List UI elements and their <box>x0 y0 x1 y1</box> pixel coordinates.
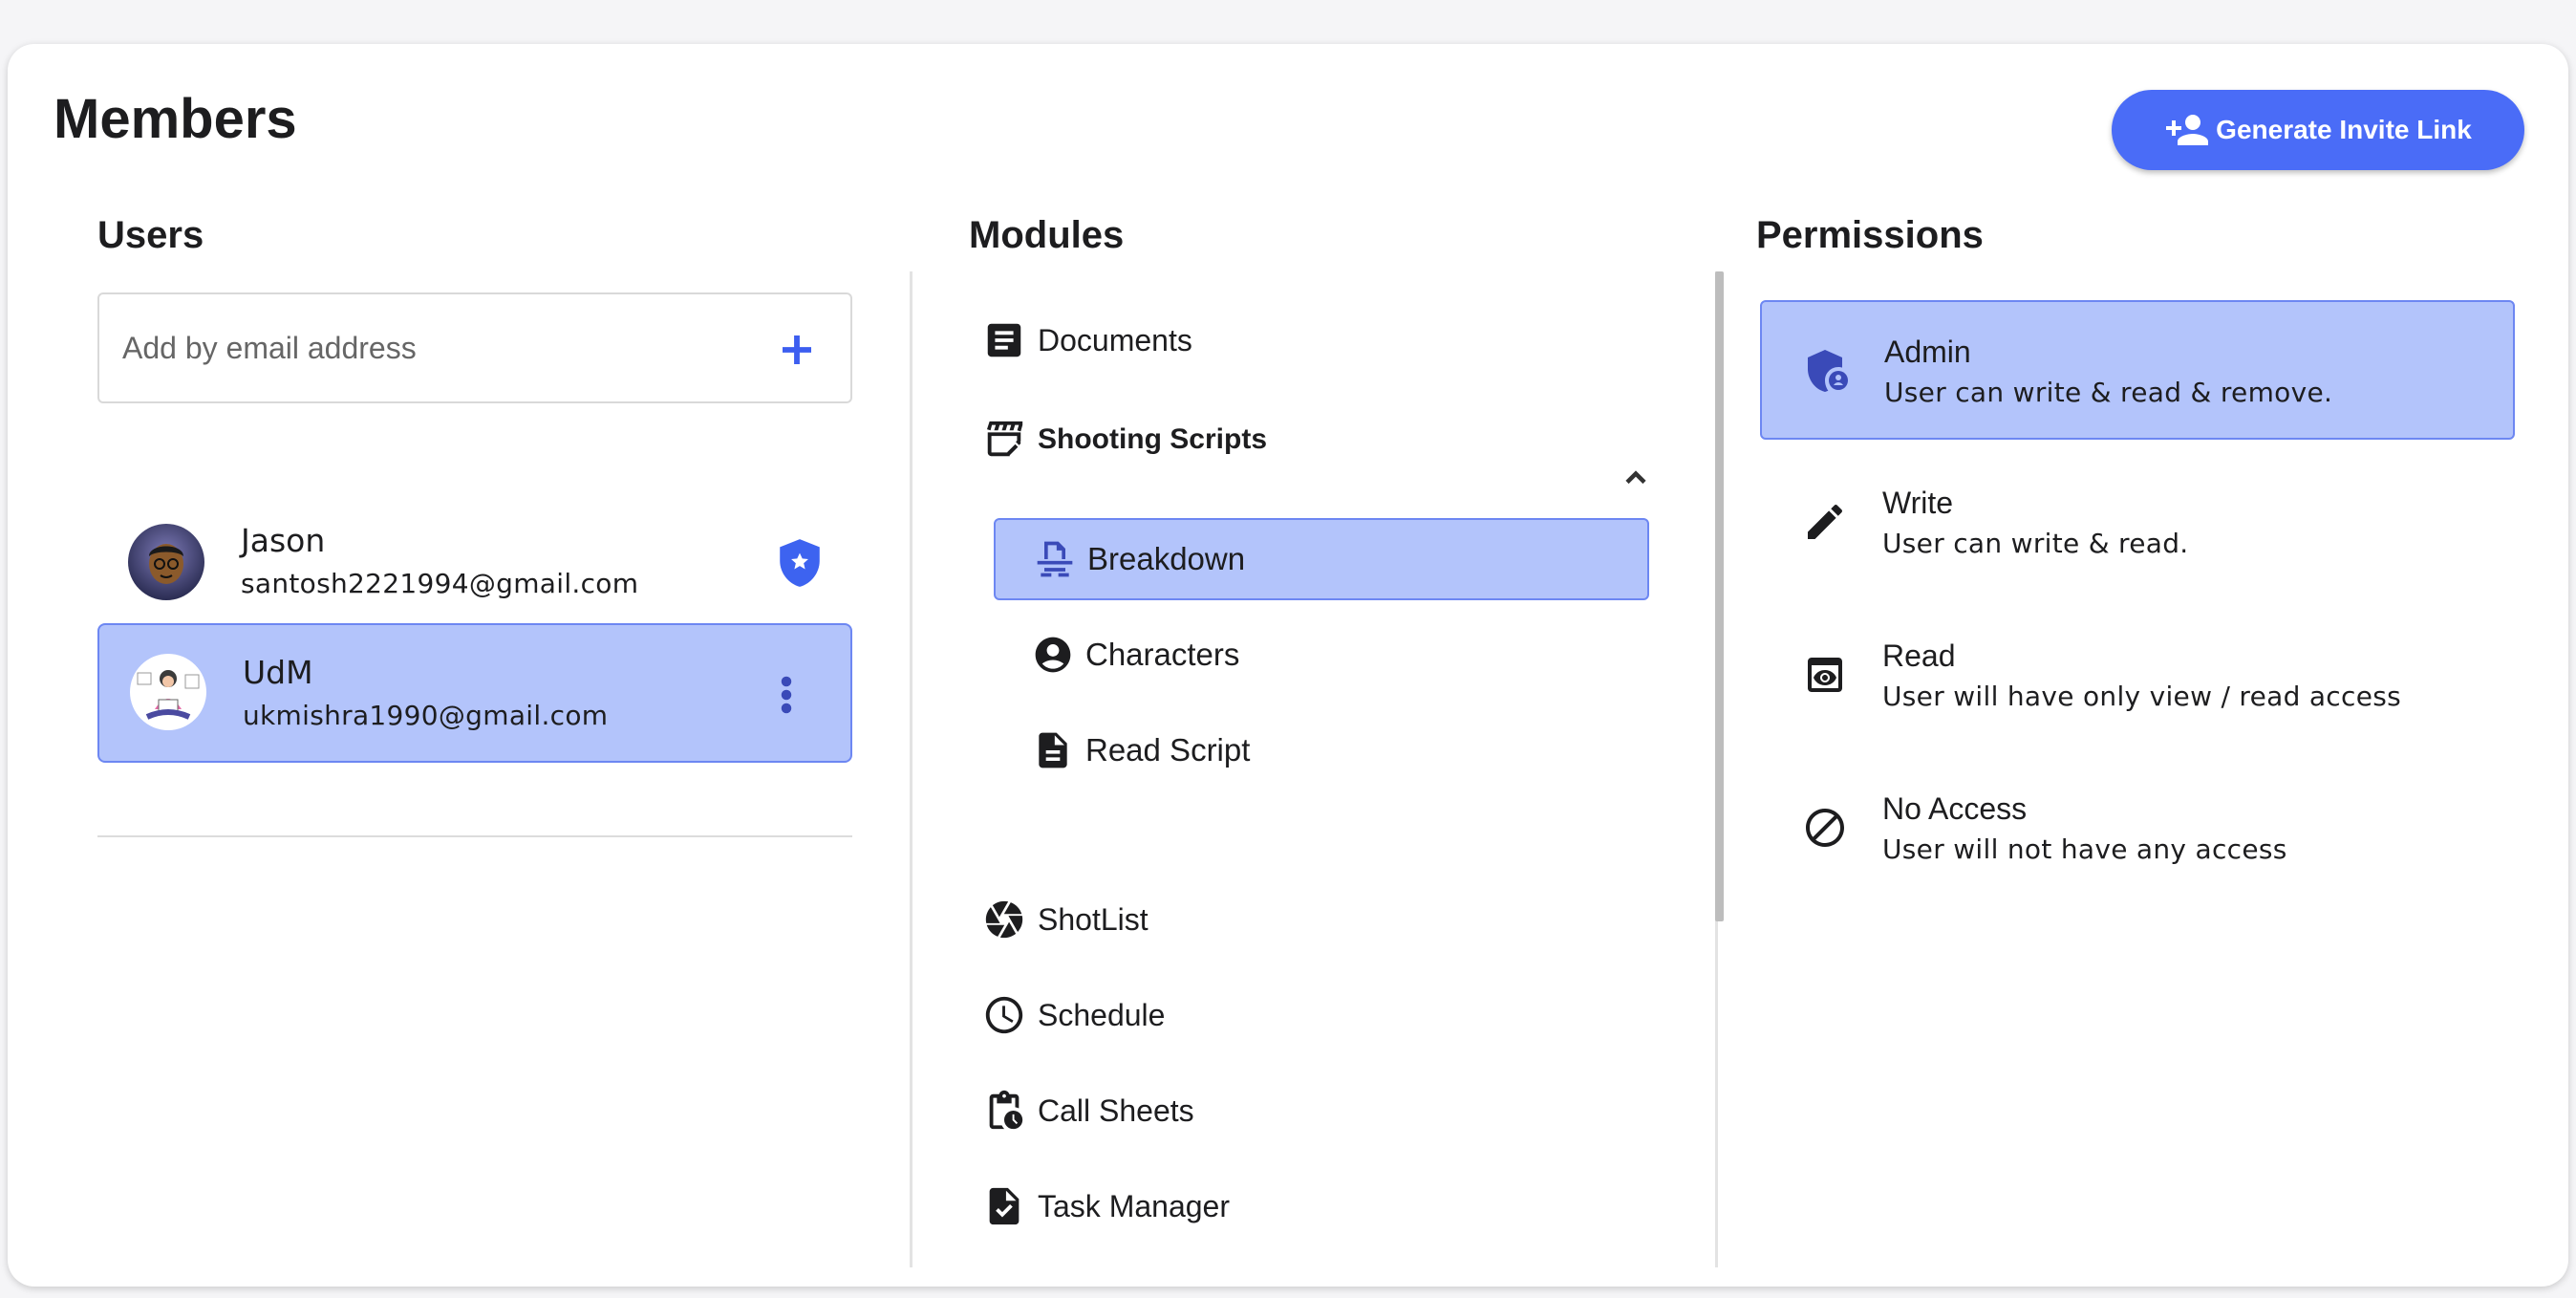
avatar-jason <box>128 524 204 600</box>
admin-shield-icon <box>1808 350 1848 392</box>
more-vertical-icon[interactable] <box>780 675 793 715</box>
document-icon <box>987 323 1021 357</box>
submodule-label: Characters <box>1085 637 1240 672</box>
avatar-udm <box>130 654 206 730</box>
permission-read[interactable]: Read User will have only view / read acc… <box>1760 606 2515 746</box>
permission-title: Read <box>1882 638 1956 673</box>
submodule-characters[interactable]: Characters <box>994 614 1649 696</box>
pencil-icon <box>1808 504 1843 539</box>
module-label: ShotList <box>1038 901 1148 937</box>
add-email-box <box>97 292 852 403</box>
breakdown-icon <box>1037 541 1073 577</box>
admin-shield-icon <box>780 539 820 587</box>
user-email: ukmishra1990@gmail.com <box>243 700 609 731</box>
permission-write[interactable]: Write User can write & read. <box>1760 453 2515 593</box>
permission-title: Write <box>1882 486 1954 520</box>
module-label: Schedule <box>1038 997 1166 1032</box>
users-divider <box>97 835 852 837</box>
module-shooting-scripts[interactable]: Shooting Scripts <box>982 411 1267 468</box>
clock-icon <box>985 996 1023 1034</box>
module-call-sheets[interactable]: Call Sheets <box>982 1082 1194 1139</box>
permission-desc: User can write & read. <box>1882 528 2189 559</box>
submodule-read-script[interactable]: Read Script <box>994 709 1649 791</box>
module-task-manager[interactable]: Task Manager <box>982 1178 1230 1235</box>
module-label: Call Sheets <box>1038 1092 1194 1128</box>
permission-title: No Access <box>1882 791 2028 826</box>
user-name: UdM <box>243 654 313 691</box>
permission-admin[interactable]: Admin User can write & read & remove. <box>1760 300 2515 440</box>
clapperboard-icon <box>986 421 1023 457</box>
module-shotlist[interactable]: ShotList <box>982 891 1148 948</box>
permission-desc: User can write & read & remove. <box>1884 377 2333 408</box>
members-card: Members Generate Invite Link Users Modul… <box>8 44 2568 1287</box>
modules-scrollbar[interactable] <box>1715 271 1724 921</box>
user-email: santosh2221994@gmail.com <box>241 568 639 599</box>
module-schedule[interactable]: Schedule <box>982 986 1165 1044</box>
user-name: Jason <box>241 522 326 559</box>
invite-button-label: Generate Invite Link <box>2216 115 2472 144</box>
module-label: Task Manager <box>1038 1188 1230 1223</box>
user-row-jason[interactable]: Jason santosh2221994@gmail.com <box>97 493 852 633</box>
email-input[interactable] <box>120 329 736 367</box>
submodule-breakdown[interactable]: Breakdown <box>994 518 1649 600</box>
account-circle-icon <box>1035 637 1071 673</box>
submodule-label: Breakdown <box>1087 541 1246 576</box>
module-label: Documents <box>1038 322 1192 357</box>
user-row-udm[interactable]: UdM ukmishra1990@gmail.com <box>97 623 852 763</box>
task-check-icon <box>989 1187 1020 1225</box>
block-icon <box>1806 809 1844 847</box>
generate-invite-link-button[interactable]: Generate Invite Link <box>2112 90 2524 170</box>
modules-heading: Modules <box>969 214 1125 256</box>
permissions-heading: Permissions <box>1756 214 1984 256</box>
module-label: Shooting Scripts <box>1038 423 1267 455</box>
module-documents[interactable]: Documents <box>982 312 1192 369</box>
column-divider <box>910 271 912 1267</box>
permission-no-access[interactable]: No Access User will not have any access <box>1760 759 2515 898</box>
add-icon[interactable] <box>778 331 816 369</box>
permission-title: Admin <box>1884 335 1971 369</box>
eye-window-icon <box>1808 658 1842 692</box>
permission-desc: User will not have any access <box>1882 833 2287 865</box>
permission-desc: User will have only view / read access <box>1882 681 2402 712</box>
users-heading: Users <box>97 214 204 256</box>
page-title: Members <box>54 88 297 150</box>
camera-shutter-icon <box>985 900 1023 939</box>
submodule-label: Read Script <box>1085 732 1251 768</box>
clipboard-clock-icon <box>989 1090 1023 1130</box>
file-icon <box>1039 732 1067 768</box>
chevron-up-icon[interactable] <box>1619 461 1653 495</box>
person-add-icon <box>2166 115 2209 145</box>
